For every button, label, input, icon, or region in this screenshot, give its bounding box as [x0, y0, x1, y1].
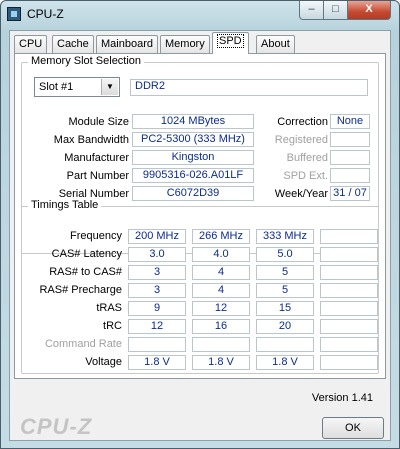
timing-cell: 4: [192, 283, 250, 298]
timing-cell: 200 MHz: [128, 229, 186, 244]
manufacturer-value: Kingston: [132, 150, 254, 165]
timing-cell: [128, 337, 186, 352]
timing-cell: 1.8 V: [192, 355, 250, 370]
timing-row-label: tRC: [103, 320, 122, 332]
timing-cell: [320, 337, 378, 352]
cpuz-window: CPU-Z – □ X CPU Cache Mainboard Memory S…: [0, 0, 400, 449]
max-bandwidth-label: Max Bandwidth: [53, 134, 129, 146]
timing-cell: [256, 337, 314, 352]
timing-cell: 5: [256, 283, 314, 298]
tab-cpu[interactable]: CPU: [14, 35, 48, 53]
timing-cell: [320, 247, 378, 262]
version-text: Version 1.41: [311, 392, 373, 404]
tab-about[interactable]: About: [256, 35, 295, 53]
timing-cell: 15: [256, 301, 314, 316]
memory-slot-legend: Memory Slot Selection: [28, 55, 145, 67]
timing-row-label: Frequency: [70, 230, 122, 242]
module-size-label: Module Size: [68, 116, 129, 128]
client-area: CPU Cache Mainboard Memory SPD About Mem…: [9, 30, 391, 441]
timing-cell: 12: [192, 301, 250, 316]
memory-type-value: DDR2: [130, 79, 368, 96]
maximize-button[interactable]: □: [323, 1, 348, 20]
registered-label: Registered: [274, 134, 328, 146]
module-size-value: 1024 MBytes: [132, 114, 254, 129]
timing-cell: 5.0: [256, 247, 314, 262]
max-bandwidth-value: PC2-5300 (333 MHz): [132, 132, 254, 147]
part-number-value: 9905316-026.A01LF: [132, 168, 254, 183]
correction-value: None: [330, 114, 370, 129]
timing-cell: [320, 283, 378, 298]
timing-cell: 333 MHz: [256, 229, 314, 244]
timings-legend: Timings Table: [28, 199, 102, 211]
cpuz-brand-logo: CPU-Z: [20, 414, 93, 439]
tab-mainboard[interactable]: Mainboard: [96, 35, 158, 53]
timings-group: Timings Table Frequency 200 MHz 266 MHz 333…: [21, 199, 379, 374]
timing-cell: 1.8 V: [256, 355, 314, 370]
spd-panel: Memory Slot Selection Slot #1 ▼ DDR2 Mod…: [14, 53, 386, 379]
timing-cell: 3: [128, 265, 186, 280]
buffered-label: Buffered: [286, 152, 328, 164]
timing-row-label: Voltage: [85, 356, 122, 368]
timing-cell: 9: [128, 301, 186, 316]
timing-cell: 4.0: [192, 247, 250, 262]
timing-row-label: RAS# Precharge: [39, 284, 122, 296]
timing-cell: 5: [256, 265, 314, 280]
close-button[interactable]: X: [347, 1, 391, 20]
part-number-label: Part Number: [66, 170, 129, 182]
timing-row-label: CAS# Latency: [51, 248, 122, 260]
timing-cell: [320, 229, 378, 244]
tab-spd[interactable]: SPD: [212, 32, 249, 54]
timing-cell: [320, 301, 378, 316]
window-title: CPU-Z: [27, 7, 64, 21]
timing-cell: 4: [192, 265, 250, 280]
tab-cache[interactable]: Cache: [52, 35, 94, 53]
timing-cell: 3: [128, 283, 186, 298]
manufacturer-label: Manufacturer: [64, 152, 129, 164]
spd-ext-value: [330, 168, 370, 183]
timing-cell: 1.8 V: [128, 355, 186, 370]
timing-row-label: RAS# to CAS#: [49, 266, 122, 278]
correction-label: Correction: [277, 116, 328, 128]
week-year-value: 31 / 07: [330, 186, 370, 201]
buffered-value: [330, 150, 370, 165]
slot-select-value: Slot #1: [39, 81, 74, 93]
registered-value: [330, 132, 370, 147]
title-bar[interactable]: CPU-Z – □ X: [1, 1, 399, 27]
timing-row-label: Command Rate: [44, 338, 122, 350]
week-year-label: Week/Year: [274, 188, 328, 200]
timing-cell: [320, 319, 378, 334]
timing-cell: [320, 265, 378, 280]
timing-cell: [192, 337, 250, 352]
serial-number-value: C6072D39: [132, 186, 254, 201]
slot-select[interactable]: Slot #1 ▼: [34, 77, 120, 97]
timing-cell: [320, 355, 378, 370]
cpuz-app-icon: [7, 7, 21, 21]
timing-cell: 16: [192, 319, 250, 334]
chevron-down-icon[interactable]: ▼: [101, 79, 118, 95]
spd-ext-label: SPD Ext.: [283, 170, 328, 182]
timing-cell: 12: [128, 319, 186, 334]
minimize-button[interactable]: –: [299, 1, 324, 20]
timing-row-label: tRAS: [96, 302, 122, 314]
timing-cell: 20: [256, 319, 314, 334]
tab-spd-label: SPD: [217, 34, 244, 48]
tab-memory[interactable]: Memory: [160, 35, 210, 53]
timing-cell: 3.0: [128, 247, 186, 262]
timing-cell: 266 MHz: [192, 229, 250, 244]
ok-button[interactable]: OK: [322, 417, 384, 439]
